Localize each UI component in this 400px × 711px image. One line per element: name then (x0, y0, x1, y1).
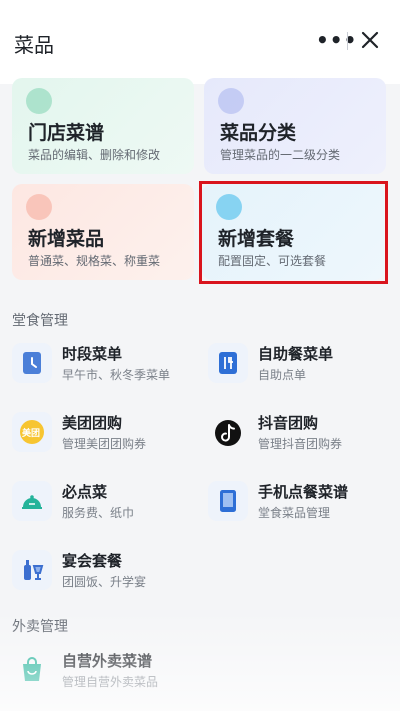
card-title: 菜品分类 (220, 122, 297, 144)
item-title: 抖音团购 (258, 414, 319, 432)
add-dish-icon (26, 194, 52, 220)
section-takeout-title: 外卖管理 (12, 619, 68, 635)
close-icon[interactable] (359, 29, 381, 51)
list-item-douyin[interactable]: 抖音团购 管理抖音团购券 (208, 410, 388, 460)
more-options-icon[interactable]: ••• (316, 30, 357, 50)
list-item-self-takeout-menu[interactable]: 自营外卖菜谱 管理自营外卖菜品 (12, 648, 272, 698)
add-dish-card[interactable]: 新增菜品 普通菜、规格菜、称重菜 (12, 184, 194, 280)
item-subtitle: 堂食菜品管理 (258, 506, 331, 520)
list-item-banquet-combo[interactable]: 宴会套餐 团圆饭、升学宴 (12, 548, 192, 598)
list-item-meituan[interactable]: 美团 美团团购 管理美团团购券 (12, 410, 192, 460)
list-item-time-menu[interactable]: 时段菜单 早午市、秋冬季菜单 (12, 341, 192, 391)
item-subtitle: 管理美团团购券 (62, 437, 147, 451)
page-title: 菜品 (14, 33, 54, 57)
clock-icon (12, 343, 52, 383)
card-subtitle: 菜品的编辑、删除和修改 (28, 148, 161, 162)
cloche-icon (12, 481, 52, 521)
item-title: 时段菜单 (62, 345, 123, 363)
item-title: 宴会套餐 (62, 552, 123, 570)
item-title: 必点菜 (62, 483, 108, 501)
item-subtitle: 自助点单 (258, 368, 307, 382)
dish-category-card[interactable]: 菜品分类 管理菜品的一二级分类 (204, 78, 386, 174)
chef-hat-icon (26, 88, 52, 114)
item-subtitle: 管理自营外卖菜品 (62, 675, 159, 689)
tablet-icon (208, 481, 248, 521)
item-title: 美团团购 (62, 414, 123, 432)
card-title: 新增菜品 (28, 228, 105, 250)
meituan-icon: 美团 (12, 412, 52, 452)
top-bar: 菜品 ••• (0, 0, 400, 84)
item-title: 自营外卖菜谱 (62, 652, 153, 670)
meituan-badge: 美团 (22, 429, 41, 439)
item-subtitle: 早午市、秋冬季菜单 (62, 368, 171, 382)
card-title: 门店菜谱 (28, 122, 105, 144)
card-subtitle: 管理菜品的一二级分类 (220, 148, 341, 162)
item-subtitle: 管理抖音团购券 (258, 437, 343, 451)
list-item-buffet-menu[interactable]: 自助餐菜单 自助点单 (208, 341, 388, 391)
tiktok-icon (208, 412, 248, 452)
header-divider (347, 32, 348, 50)
takeout-bag-icon (12, 650, 52, 690)
highlight-frame (199, 181, 388, 284)
banquet-icon (12, 550, 52, 590)
card-subtitle: 普通菜、规格菜、称重菜 (28, 254, 161, 268)
item-subtitle: 服务费、纸巾 (62, 506, 135, 520)
item-title: 手机点餐菜谱 (258, 483, 349, 501)
item-title: 自助餐菜单 (258, 345, 334, 363)
store-menu-card[interactable]: 门店菜谱 菜品的编辑、删除和修改 (12, 78, 194, 174)
list-item-required-dish[interactable]: 必点菜 服务费、纸巾 (12, 479, 192, 529)
buffet-icon (208, 343, 248, 383)
item-subtitle: 团圆饭、升学宴 (62, 575, 147, 589)
list-item-mobile-order-menu[interactable]: 手机点餐菜谱 堂食菜品管理 (208, 479, 388, 529)
category-icon (218, 88, 244, 114)
section-dine-in-title: 堂食管理 (12, 313, 68, 329)
